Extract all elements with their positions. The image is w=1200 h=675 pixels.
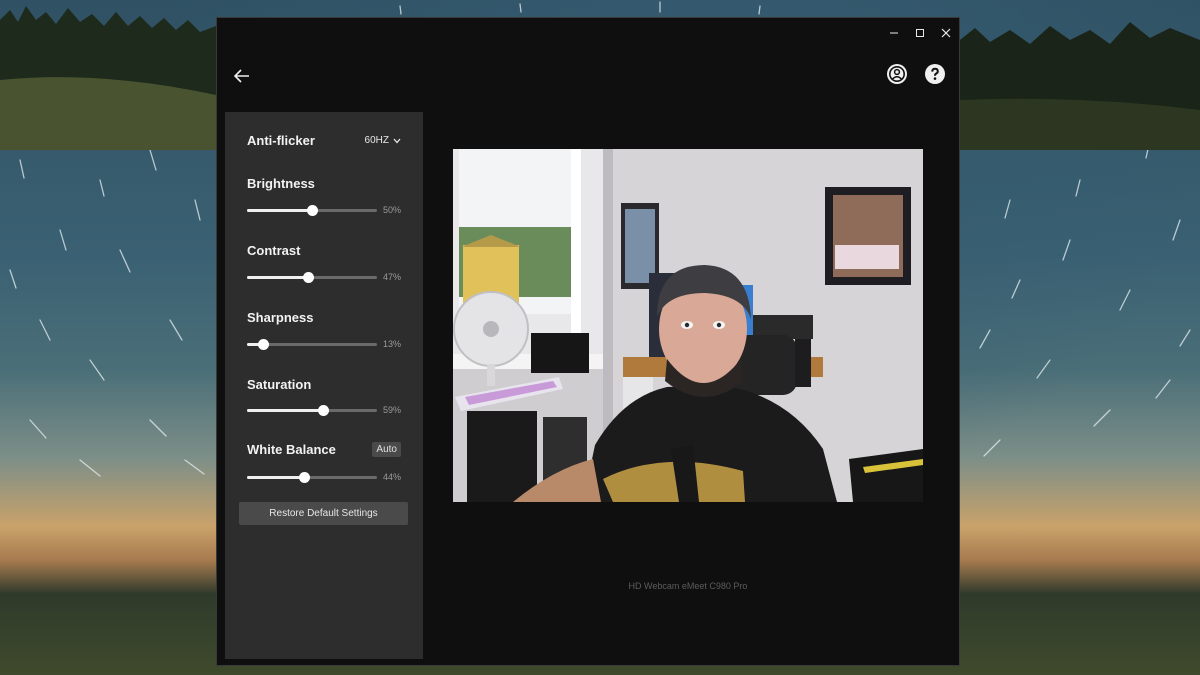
restore-default-settings-button[interactable]: Restore Default Settings (239, 502, 408, 525)
brightness-slider[interactable] (247, 204, 377, 216)
slider-thumb[interactable] (298, 471, 310, 483)
sharpness-label: Sharpness (247, 310, 314, 325)
device-name-label: HD Webcam eMeet C980 Pro (628, 581, 748, 591)
close-icon[interactable] (933, 18, 959, 48)
contrast-value: 47% (382, 272, 401, 282)
slider-thumb[interactable] (302, 271, 314, 283)
webcam-preview (453, 149, 923, 502)
white-balance-row: White Balance Auto (247, 442, 401, 457)
chevron-down-icon (393, 138, 401, 143)
window-controls (881, 18, 959, 48)
header-icons (887, 64, 945, 84)
sharpness-slider[interactable] (247, 338, 377, 350)
maximize-icon[interactable] (907, 18, 933, 48)
white-balance-slider-row: 44% (247, 470, 401, 484)
webcam-feed-image (453, 149, 923, 502)
brightness-label: Brightness (247, 176, 315, 191)
slider-thumb[interactable] (318, 404, 330, 416)
slider-fill (247, 275, 309, 279)
app-window: Anti-flicker 60HZ Brightness 50% Contras… (216, 17, 960, 666)
contrast-label: Contrast (247, 243, 301, 258)
sharpness-slider-row: 13% (247, 337, 401, 351)
slider-fill (247, 475, 305, 479)
saturation-slider[interactable] (247, 404, 377, 416)
contrast-row: Contrast (247, 243, 401, 258)
minimize-icon[interactable] (881, 18, 907, 48)
anti-flicker-row: Anti-flicker 60HZ (247, 133, 401, 148)
white-balance-auto-toggle[interactable]: Auto (372, 442, 401, 457)
slider-fill (247, 208, 312, 212)
anti-flicker-dropdown[interactable]: 60HZ (365, 135, 401, 146)
brightness-value: 50% (382, 205, 401, 215)
saturation-value: 59% (382, 405, 401, 415)
camera-settings-panel: Anti-flicker 60HZ Brightness 50% Contras… (225, 112, 423, 659)
slider-fill (247, 408, 324, 412)
anti-flicker-value: 60HZ (364, 135, 389, 146)
anti-flicker-label: Anti-flicker (247, 133, 315, 148)
white-balance-label: White Balance (247, 442, 336, 457)
slider-thumb[interactable] (306, 204, 318, 216)
brightness-slider-row: 50% (247, 203, 401, 217)
account-icon[interactable] (887, 64, 907, 84)
help-icon[interactable] (925, 64, 945, 84)
saturation-label: Saturation (247, 377, 312, 392)
white-balance-slider[interactable] (247, 471, 377, 483)
contrast-slider-row: 47% (247, 270, 401, 284)
slider-thumb[interactable] (258, 338, 270, 350)
brightness-row: Brightness (247, 176, 401, 191)
saturation-row: Saturation (247, 377, 401, 392)
back-arrow-icon[interactable] (231, 65, 253, 87)
sharpness-row: Sharpness (247, 310, 401, 325)
white-balance-value: 44% (382, 472, 401, 482)
sharpness-value: 13% (382, 339, 401, 349)
saturation-slider-row: 59% (247, 403, 401, 417)
contrast-slider[interactable] (247, 271, 377, 283)
